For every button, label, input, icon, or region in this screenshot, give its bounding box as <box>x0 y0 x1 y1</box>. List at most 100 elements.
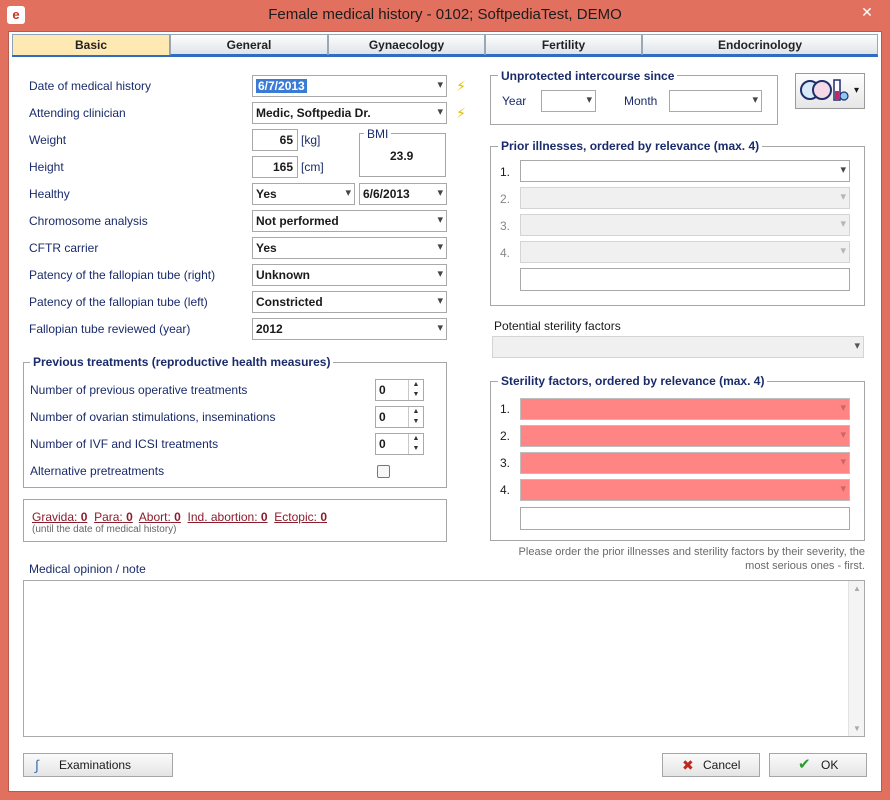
sterility-number-2: 2. <box>500 429 511 443</box>
arrow-up-icon[interactable]: ▲ <box>413 408 420 415</box>
healthy-combo[interactable]: Yes ▾ <box>252 183 355 205</box>
chevron-down-icon[interactable]: ▾ <box>854 85 859 96</box>
tube-year-combo[interactable]: 2012 ▾ <box>252 318 447 340</box>
chevron-down-icon: ▾ <box>854 340 860 352</box>
arrow-down-icon[interactable]: ▼ <box>413 445 420 452</box>
year-combo[interactable]: ▾ <box>541 90 596 112</box>
height-input[interactable]: 165 <box>252 156 298 178</box>
chevron-down-icon: ▾ <box>437 79 443 91</box>
prior-illness-text-input[interactable] <box>520 268 850 291</box>
prior-illness-combo-1[interactable]: ▾ <box>520 160 850 182</box>
spinner-buttons[interactable]: ▲ ▼ <box>408 407 423 427</box>
potential-sterility-label: Potential sterility factors <box>494 319 621 333</box>
chromosome-combo[interactable]: Not performed ▾ <box>252 210 447 232</box>
potential-sterility-combo[interactable]: ▾ <box>492 336 864 358</box>
height-label: Height <box>29 160 64 174</box>
intercourse-title: Unprotected intercourse since <box>498 69 678 83</box>
abort-link[interactable]: Abort: 0 <box>139 510 181 524</box>
operative-spinner[interactable]: 0 ▲ ▼ <box>375 379 424 401</box>
gravida-link[interactable]: Gravida: 0 <box>32 510 87 524</box>
sterility-combo-2[interactable]: ▾ <box>520 425 850 447</box>
ectopic-link[interactable]: Ectopic: 0 <box>274 510 327 524</box>
tab-fertility[interactable]: Fertility <box>485 34 642 56</box>
lightning-icon[interactable]: ⚡ <box>453 105 469 121</box>
month-combo[interactable]: ▾ <box>669 90 762 112</box>
bmi-value: 23.9 <box>390 149 414 163</box>
alternative-checkbox[interactable] <box>377 465 390 478</box>
arrow-down-icon[interactable]: ▼ <box>853 724 861 733</box>
couple-icon <box>800 79 849 101</box>
date-value: 6/7/2013 <box>256 79 307 93</box>
arrow-down-icon[interactable]: ▼ <box>413 391 420 398</box>
lightning-icon[interactable]: ⚡ <box>453 78 469 94</box>
opinion-scrollbar[interactable]: ▲ ▼ <box>848 581 864 736</box>
prior-illnesses-title: Prior illnesses, ordered by relevance (m… <box>498 139 763 153</box>
abort-value: 0 <box>174 510 181 524</box>
sterility-factors-title: Sterility factors, ordered by relevance … <box>498 374 768 388</box>
chevron-down-icon: ▾ <box>437 106 443 118</box>
patient-couple-button[interactable]: ▾ <box>795 73 865 109</box>
arrow-up-icon[interactable]: ▲ <box>413 381 420 388</box>
prior-illness-number-2: 2. <box>500 192 511 206</box>
healthy-date-value: 6/6/2013 <box>363 187 410 201</box>
sterility-combo-4[interactable]: ▾ <box>520 479 850 501</box>
prior-illness-number-4: 4. <box>500 246 511 260</box>
para-link[interactable]: Para: 0 <box>94 510 133 524</box>
window-title: Female medical history - 0102; Softpedia… <box>268 6 622 23</box>
close-button[interactable]: ✕ <box>851 2 883 22</box>
window-titlebar[interactable]: Female medical history - 0102; Softpedia… <box>0 0 890 31</box>
ind-abortion-value: 0 <box>260 510 268 524</box>
sterility-text-input[interactable] <box>520 507 850 530</box>
ivf-spinner[interactable]: 0 ▲ ▼ <box>375 433 424 455</box>
sterility-number-4: 4. <box>500 483 511 497</box>
chromosome-value: Not performed <box>256 214 339 228</box>
obstetric-note: (until the date of medical history) <box>32 524 177 535</box>
operative-value: 0 <box>379 383 386 397</box>
ovarian-spinner[interactable]: 0 ▲ ▼ <box>375 406 424 428</box>
app-icon[interactable]: e <box>7 6 25 24</box>
ok-button[interactable]: ✔ OK <box>769 753 867 777</box>
prior-illness-combo-3[interactable]: ▾ <box>520 214 850 236</box>
para-value: 0 <box>126 510 133 524</box>
date-combo[interactable]: 6/7/2013 ▾ <box>252 75 447 97</box>
examinations-button[interactable]: ∫ Examinations <box>23 753 173 777</box>
gravida-label: Gravida: <box>32 510 78 524</box>
chevron-down-icon: ▾ <box>840 164 846 176</box>
prior-illness-combo-4[interactable]: ▾ <box>520 241 850 263</box>
ectopic-label: Ectopic: <box>274 510 317 524</box>
spinner-buttons[interactable]: ▲ ▼ <box>408 434 423 454</box>
sterility-combo-3[interactable]: ▾ <box>520 452 850 474</box>
tab-basic[interactable]: Basic <box>12 34 170 57</box>
tube-left-combo[interactable]: Constricted ▾ <box>252 291 447 313</box>
sterility-combo-1[interactable]: ▾ <box>520 398 850 420</box>
tube-left-label: Patency of the fallopian tube (left) <box>29 295 208 309</box>
chevron-down-icon: ▾ <box>437 241 443 253</box>
tab-general[interactable]: General <box>170 34 328 56</box>
tube-right-value: Unknown <box>256 268 310 282</box>
obstetric-summary: Gravida: 0 Para: 0 Abort: 0 Ind. abortio… <box>32 510 327 524</box>
chevron-down-icon: ▾ <box>752 94 758 106</box>
tab-gynaecology[interactable]: Gynaecology <box>328 34 485 56</box>
stethoscope-icon: ∫ <box>35 757 39 773</box>
tube-right-combo[interactable]: Unknown ▾ <box>252 264 447 286</box>
clinician-value: Medic, Softpedia Dr. <box>256 106 371 120</box>
clinician-combo[interactable]: Medic, Softpedia Dr. ▾ <box>252 102 447 124</box>
opinion-textarea[interactable]: ▲ ▼ <box>23 580 865 737</box>
tab-endocrinology[interactable]: Endocrinology <box>642 34 878 56</box>
weight-input[interactable]: 65 <box>252 129 298 151</box>
ind-abortion-link[interactable]: Ind. abortion: 0 <box>188 510 268 524</box>
cftr-combo[interactable]: Yes ▾ <box>252 237 447 259</box>
chevron-down-icon: ▾ <box>437 187 443 199</box>
arrow-up-icon[interactable]: ▲ <box>853 584 861 593</box>
healthy-date-combo[interactable]: 6/6/2013 ▾ <box>359 183 447 205</box>
year-label: Year <box>502 94 527 108</box>
cancel-button[interactable]: ✖ Cancel <box>662 753 760 777</box>
prior-illness-combo-2[interactable]: ▾ <box>520 187 850 209</box>
arrow-up-icon[interactable]: ▲ <box>413 435 420 442</box>
gravida-value: 0 <box>80 510 88 524</box>
chevron-down-icon: ▾ <box>437 322 443 334</box>
tube-left-value: Constricted <box>256 295 323 309</box>
arrow-down-icon[interactable]: ▼ <box>413 418 420 425</box>
weight-unit: [kg] <box>301 133 321 147</box>
spinner-buttons[interactable]: ▲ ▼ <box>408 380 423 400</box>
